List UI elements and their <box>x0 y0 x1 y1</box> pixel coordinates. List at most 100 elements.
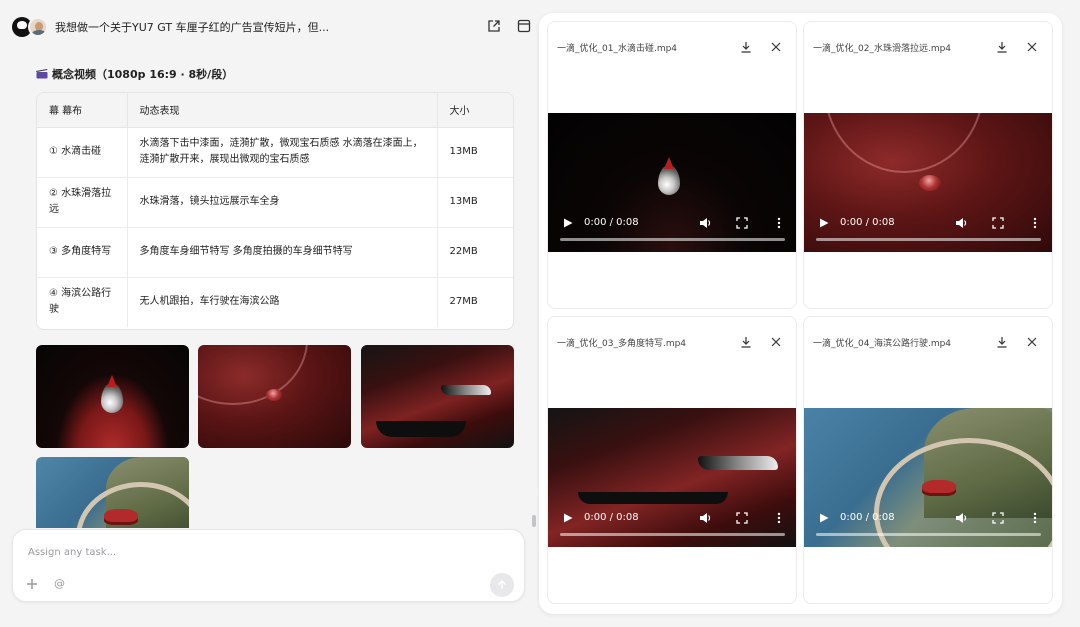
table-cell-size: 13MB <box>437 177 513 228</box>
download-icon[interactable] <box>740 336 752 348</box>
more-options-icon[interactable] <box>1033 217 1037 229</box>
volume-icon[interactable] <box>955 217 968 229</box>
table-cell-size: 13MB <box>437 127 513 178</box>
table-cell-motion: 无人机跟拍，车行驶在海滨公路 <box>127 277 438 327</box>
avatar-group[interactable] <box>12 17 48 37</box>
thumbnail-grid <box>36 345 516 528</box>
car-shape <box>104 509 138 525</box>
body-curve-shape <box>198 345 308 405</box>
plus-icon[interactable] <box>26 578 38 590</box>
video-card: 一滴_优化_01_水滴击碰.mp4 0:00 / 0:08 <box>547 21 797 309</box>
download-icon[interactable] <box>740 41 752 53</box>
task-composer: @ <box>12 529 525 602</box>
table-row: ④ 海滨公路行驶 无人机跟拍，车行驶在海滨公路 27MB <box>37 277 513 327</box>
table-cell-scene: ① 水滴击碰 <box>37 127 128 178</box>
video-filename: 一滴_优化_04_海滨公路行驶.mp4 <box>813 339 952 349</box>
video-player[interactable]: 0:00 / 0:08 <box>548 408 796 547</box>
volume-icon[interactable] <box>699 217 712 229</box>
chat-scroll-area[interactable]: 概念视频（1080p 16:9 · 8秒/段） 幕 幕布 动态表现 大小 ① 水… <box>36 54 516 528</box>
chat-header: 我想做一个关于YU7 GT 车厘子红的广告宣传短片，但... <box>0 0 540 54</box>
more-options-icon[interactable] <box>777 217 781 229</box>
table-cell-scene: ② 水珠滑落拉远 <box>37 177 128 228</box>
more-options-icon[interactable] <box>777 512 781 524</box>
column-header-motion: 动态表现 <box>127 93 438 128</box>
play-icon[interactable] <box>819 513 829 523</box>
headlight-shape <box>441 385 491 395</box>
play-icon[interactable] <box>563 513 573 523</box>
section-title: 概念视频（1080p 16:9 · 8秒/段） <box>36 66 233 82</box>
water-drop-shape <box>101 383 123 413</box>
scene-table: 幕 幕布 动态表现 大小 ① 水滴击碰 水滴落下击中漆面，涟漪扩散，微观宝石质感… <box>36 92 514 330</box>
thumbnail-bead-slide[interactable] <box>198 345 351 448</box>
headlight-shape <box>698 456 778 470</box>
video-player[interactable]: 0:00 / 0:08 <box>548 113 796 252</box>
fullscreen-icon[interactable] <box>992 217 1004 229</box>
video-progress-bar[interactable] <box>560 238 785 241</box>
download-icon[interactable] <box>996 336 1008 348</box>
fullscreen-icon[interactable] <box>736 217 748 229</box>
download-icon[interactable] <box>996 41 1008 53</box>
close-icon[interactable] <box>1026 41 1038 53</box>
close-icon[interactable] <box>770 41 782 53</box>
table-cell-motion: 水滴落下击中漆面，涟漪扩散，微观宝石质感 水滴落在漆面上，涟漪扩散开来，展现出微… <box>127 127 438 178</box>
column-header-size: 大小 <box>437 93 513 128</box>
chat-title: 我想做一个关于YU7 GT 车厘子红的广告宣传短片，但... <box>55 21 330 34</box>
video-filename: 一滴_优化_03_多角度特写.mp4 <box>557 339 687 349</box>
video-card: 一滴_优化_03_多角度特写.mp4 0:00 / 0:08 <box>547 316 797 604</box>
video-preview-panel: 一滴_优化_01_水滴击碰.mp4 0:00 / 0:08 一滴_优化_02_水… <box>539 13 1062 614</box>
video-controls: 0:00 / 0:08 <box>548 208 796 252</box>
video-time: 0:00 / 0:08 <box>584 512 639 523</box>
user-avatar[interactable] <box>28 17 48 37</box>
volume-icon[interactable] <box>955 512 968 524</box>
arrow-up-icon <box>498 580 506 589</box>
fullscreen-icon[interactable] <box>736 512 748 524</box>
play-icon[interactable] <box>819 218 829 228</box>
thumbnail-car-detail[interactable] <box>361 345 514 448</box>
water-drop-shape <box>658 165 680 195</box>
close-icon[interactable] <box>1026 336 1038 348</box>
share-icon[interactable] <box>487 19 501 33</box>
clapperboard-icon <box>36 69 48 79</box>
grille-shape <box>376 421 466 437</box>
at-icon[interactable]: @ <box>54 577 65 591</box>
section-title-text: 概念视频（1080p 16:9 · 8秒/段） <box>52 68 234 81</box>
thumbnail-water-drop[interactable] <box>36 345 189 448</box>
scrollbar-handle[interactable] <box>532 515 536 527</box>
chat-column: 我想做一个关于YU7 GT 车厘子红的广告宣传短片，但... 概念视频（1080… <box>0 0 536 627</box>
video-filename: 一滴_优化_01_水滴击碰.mp4 <box>557 44 678 54</box>
table-header-row: 幕 幕布 动态表现 大小 <box>37 93 513 128</box>
video-progress-bar[interactable] <box>816 533 1041 536</box>
video-controls: 0:00 / 0:08 <box>548 503 796 547</box>
body-curve-shape <box>824 113 984 173</box>
more-options-icon[interactable] <box>1033 512 1037 524</box>
column-header-scene: 幕 幕布 <box>37 93 128 128</box>
video-time: 0:00 / 0:08 <box>840 217 895 228</box>
play-icon[interactable] <box>563 218 573 228</box>
table-row: ② 水珠滑落拉远 水珠滑落，镜头拉远展示车全身 13MB <box>37 177 513 228</box>
video-time: 0:00 / 0:08 <box>584 217 639 228</box>
table-row: ① 水滴击碰 水滴落下击中漆面，涟漪扩散，微观宝石质感 水滴落在漆面上，涟漪扩散… <box>37 127 513 178</box>
water-bead-shape <box>266 389 282 401</box>
video-card: 一滴_优化_02_水珠滑落拉远.mp4 0:00 / 0:08 <box>803 21 1053 309</box>
toggle-panel-icon[interactable] <box>517 19 531 33</box>
video-progress-bar[interactable] <box>816 238 1041 241</box>
close-icon[interactable] <box>770 336 782 348</box>
table-cell-motion: 多角度车身细节特写 多角度拍摄的车身细节特写 <box>127 227 438 278</box>
car-shape <box>922 480 956 496</box>
video-controls: 0:00 / 0:08 <box>804 208 1052 252</box>
table-cell-motion: 水珠滑落，镜头拉远展示车全身 <box>127 177 438 228</box>
task-input[interactable] <box>28 543 488 561</box>
video-player[interactable]: 0:00 / 0:08 <box>804 408 1052 547</box>
table-cell-size: 27MB <box>449 296 478 308</box>
video-time: 0:00 / 0:08 <box>840 512 895 523</box>
table-cell-scene: ③ 多角度特写 <box>37 227 128 278</box>
video-controls: 0:00 / 0:08 <box>804 503 1052 547</box>
volume-icon[interactable] <box>699 512 712 524</box>
fullscreen-icon[interactable] <box>992 512 1004 524</box>
send-button[interactable] <box>490 573 514 597</box>
water-bead-shape <box>919 175 941 191</box>
video-progress-bar[interactable] <box>560 533 785 536</box>
video-player[interactable]: 0:00 / 0:08 <box>804 113 1052 252</box>
thumbnail-coastal-road[interactable] <box>36 457 189 528</box>
table-cell-size: 22MB <box>437 227 513 278</box>
